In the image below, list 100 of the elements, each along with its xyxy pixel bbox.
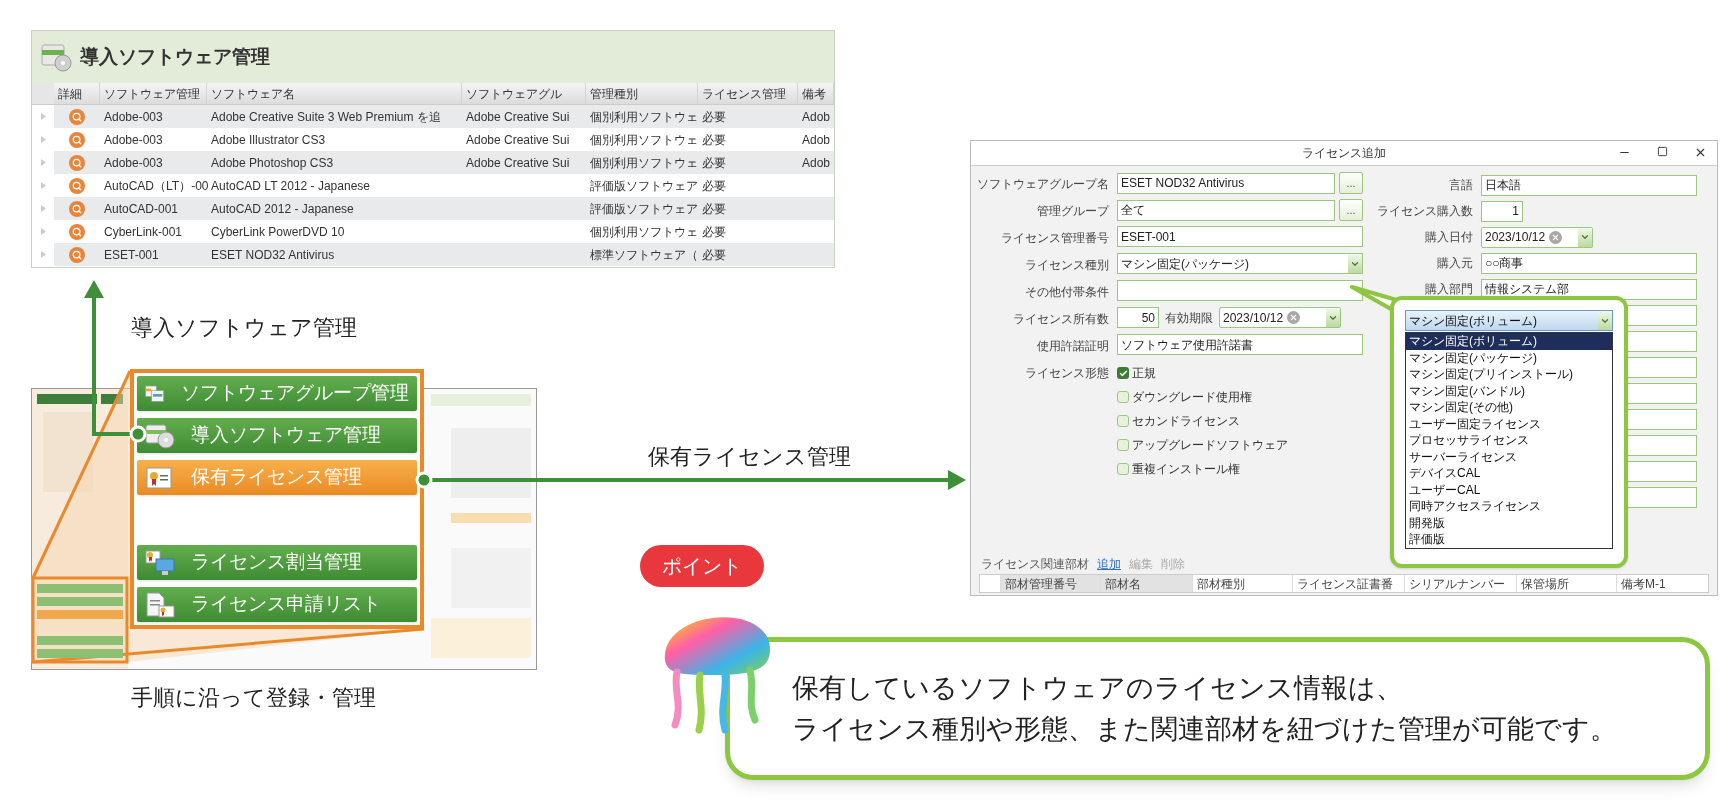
date-field[interactable]: 2023/10/12 [1481, 226, 1593, 248]
column-header[interactable]: ライセンス管理 [698, 83, 798, 104]
column-header[interactable]: 備考M-1 [1616, 575, 1680, 592]
clear-icon[interactable] [1287, 311, 1301, 324]
date-field[interactable]: 2023/10/12 [1219, 307, 1341, 328]
column-header[interactable]: 部材管理番号 [1000, 575, 1100, 592]
caret-icon[interactable] [1580, 232, 1590, 242]
table-cell-text: 評価版ソフトウェア [589, 177, 699, 195]
table-cell-text: AutoCAD-001 [103, 200, 180, 218]
point-badge: ポイント [640, 545, 764, 587]
row-expander-icon[interactable] [40, 182, 46, 189]
column-header[interactable]: ソフトウェア名 [207, 83, 462, 104]
option-item[interactable]: 評価版 [1406, 531, 1612, 548]
table-cell-text: 必要 [701, 154, 727, 172]
field-label: 言語 [1449, 177, 1473, 194]
text-field[interactable]: ○○商事 [1481, 252, 1697, 274]
disc-box-icon [145, 422, 175, 449]
number-field[interactable]: 50 [1117, 307, 1159, 328]
magnifier-icon[interactable] [69, 200, 85, 217]
note-text: 保有しているソフトウェアのライセンス情報は、 [792, 674, 1404, 702]
table-cell-text: Adobe Illustrator CS3 [210, 131, 327, 149]
section-label: ライセンス関連部材 [981, 556, 1089, 573]
column-header[interactable]: 部材名 [1100, 575, 1192, 592]
column-header[interactable]: 詳細 [54, 83, 100, 104]
table-cell-text: 必要 [701, 177, 727, 195]
checkbox-label: セカンドライセンス [1132, 413, 1240, 430]
option-item[interactable]: マシン固定(プリインストール) [1406, 366, 1612, 383]
select-field[interactable]: マシン固定(ボリューム) [1405, 310, 1613, 331]
table-cell-text: Adobe-003 [103, 108, 164, 126]
table-cell-text: Adobe Photoshop CS3 [210, 154, 335, 172]
certificate-monitor-icon [145, 549, 175, 576]
row-expander-icon[interactable] [40, 251, 46, 258]
close-icon[interactable] [1694, 146, 1707, 159]
select-field[interactable]: マシン固定(パッケージ) [1117, 253, 1363, 274]
option-item[interactable]: プロセッサライセンス [1406, 432, 1612, 449]
browse-button[interactable]: ... [1339, 199, 1363, 221]
option-item[interactable]: ユーザー固定ライセンス [1406, 415, 1612, 432]
column-header[interactable]: ライセンス証書番 [1292, 575, 1404, 592]
row-expander-icon[interactable] [40, 113, 46, 120]
table-cell-text: 個別利用ソフトウェ [589, 154, 699, 172]
option-item[interactable]: サーバーライセンス [1406, 448, 1612, 465]
table-cell-text: Adobe Creative Sui [465, 108, 571, 126]
magnifier-icon[interactable] [69, 154, 85, 171]
option-item[interactable]: 開発版 [1406, 514, 1612, 531]
option-item[interactable]: マシン固定(ボリューム) [1406, 333, 1612, 350]
magnifier-icon[interactable] [69, 223, 85, 240]
magnifier-icon[interactable] [69, 246, 85, 263]
option-item[interactable]: 同時アクセスライセンス [1406, 498, 1612, 515]
maximize-icon[interactable] [1657, 146, 1668, 159]
checkbox[interactable] [1117, 391, 1129, 403]
option-item[interactable]: デバイスCAL [1406, 465, 1612, 482]
column-header[interactable]: 部材種別 [1192, 575, 1292, 592]
table-cell-text: 必要 [701, 108, 727, 126]
number-field[interactable]: 1 [1481, 200, 1523, 222]
table-cell-text: 個別利用ソフトウェ [589, 223, 699, 241]
row-expander-icon[interactable] [40, 159, 46, 166]
clear-icon[interactable] [1549, 230, 1563, 244]
table-cell-text: 必要 [701, 131, 727, 149]
field-label: 使用許諾証明 [1037, 338, 1109, 355]
option-item[interactable]: ユーザーCAL [1406, 481, 1612, 498]
table-cell-text: Adobe Creative Sui [465, 131, 571, 149]
table-cell-text: 標準ソフトウェア（ [589, 246, 699, 264]
text-field[interactable]: 全て [1117, 199, 1335, 221]
checkbox[interactable] [1117, 367, 1129, 379]
field-label: 有効期限 [1165, 309, 1213, 327]
text-field[interactable]: ソフトウェア使用許諾書 [1117, 334, 1363, 355]
note-text: ライセンス種別や形態、また関連部材を紐づけた管理が可能です。 [792, 715, 1618, 743]
magnifier-icon[interactable] [69, 131, 85, 148]
column-header[interactable]: ソフトウェア管理 [100, 83, 207, 104]
text-field[interactable]: 日本語 [1481, 174, 1697, 196]
arrow-label: 保有ライセンス管理 [648, 443, 851, 471]
checkbox[interactable] [1117, 463, 1129, 475]
disc-box-icon [40, 42, 72, 72]
column-header[interactable]: 管理種別 [586, 83, 698, 104]
column-header[interactable]: 備考 [798, 83, 834, 104]
magnifier-icon[interactable] [69, 108, 85, 125]
option-item[interactable]: マシン固定(パッケージ) [1406, 349, 1612, 366]
table-cell-text: 必要 [701, 223, 727, 241]
document-certificate-icon [145, 591, 175, 618]
row-expander-icon[interactable] [40, 205, 46, 212]
browse-button[interactable]: ... [1339, 172, 1363, 194]
column-header[interactable]: 保管場所 [1516, 575, 1616, 592]
column-header[interactable]: シリアルナンバー [1404, 575, 1516, 592]
option-item[interactable]: マシン固定(バンドル) [1406, 382, 1612, 399]
table-cell-text: CyberLink-001 [103, 223, 184, 241]
column-header[interactable]: ソフトウェアグル [462, 83, 586, 104]
checkbox-label: 重複インストール権 [1132, 461, 1240, 478]
checkbox[interactable] [1117, 439, 1129, 451]
action-link[interactable]: 追加 [1097, 555, 1121, 573]
text-field[interactable]: ESET-001 [1117, 226, 1363, 247]
row-expander-icon[interactable] [40, 136, 46, 143]
text-field[interactable] [1117, 280, 1363, 301]
text-field[interactable]: ESET NOD32 Antivirus [1117, 172, 1335, 194]
option-item[interactable]: マシン固定(その他) [1406, 399, 1612, 416]
magnifier-icon[interactable] [69, 177, 85, 194]
row-expander-icon[interactable] [40, 228, 46, 235]
table-cell-text: AutoCAD（LT）-00 [103, 177, 210, 195]
checkbox[interactable] [1117, 415, 1129, 427]
field-label: ライセンス種別 [1025, 257, 1109, 274]
field-label: 購入部門 [1425, 281, 1473, 298]
